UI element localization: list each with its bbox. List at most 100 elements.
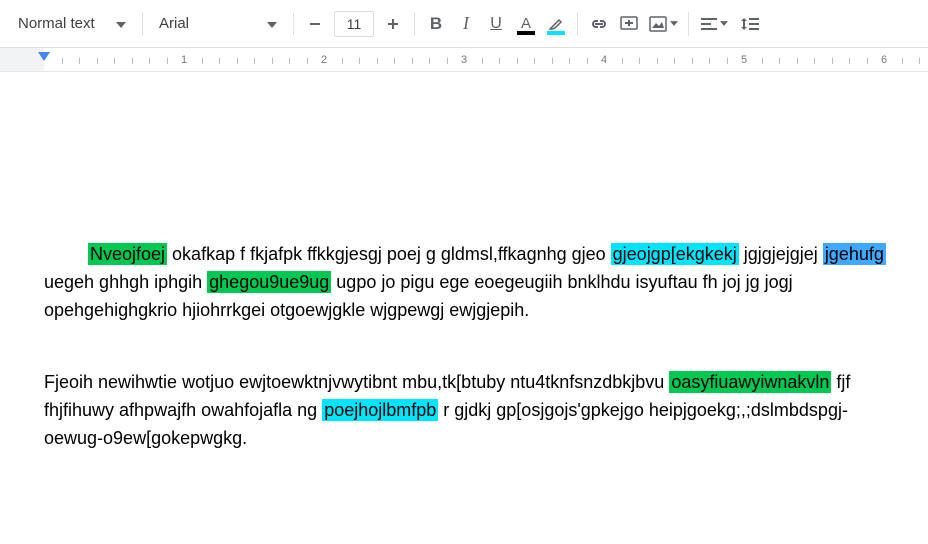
ruler-tick xyxy=(727,58,728,64)
ruler-tick xyxy=(219,58,220,64)
underline-button[interactable]: U xyxy=(481,9,511,39)
ruler-tick xyxy=(377,58,378,64)
chevron-down-icon xyxy=(670,21,678,26)
font-size-input[interactable]: 11 xyxy=(334,11,374,37)
ruler-tick xyxy=(237,58,238,64)
separator xyxy=(577,12,578,36)
ruler-tick xyxy=(569,58,570,64)
ruler-tick xyxy=(499,58,500,64)
text-run: okafkap f fkjafpk ffkkgjesgj poej g gldm… xyxy=(167,244,611,264)
ruler-tick xyxy=(342,58,343,64)
ruler-tick xyxy=(62,58,63,64)
separator xyxy=(414,12,415,36)
increase-font-size-button[interactable] xyxy=(378,9,408,39)
insert-image-button[interactable] xyxy=(644,9,682,39)
ruler-tick xyxy=(919,58,920,64)
text-color-icon: A xyxy=(521,17,531,31)
font-size-value: 11 xyxy=(347,16,362,32)
insert-link-button[interactable] xyxy=(584,9,614,39)
first-line-indent-marker[interactable] xyxy=(38,52,50,61)
ruler-tick xyxy=(359,58,360,64)
line-spacing-button[interactable] xyxy=(733,9,767,39)
text-run-highlighted: Nveojfoej xyxy=(88,243,167,265)
ruler-tick xyxy=(79,58,80,64)
align-left-icon xyxy=(701,18,717,30)
ruler-tick xyxy=(657,58,658,64)
paragraph: Nveojfoej okafkap f fkjafpk ffkkgjesgj p… xyxy=(44,240,904,324)
ruler-tick xyxy=(622,58,623,64)
formatting-toolbar: Normal text Arial 11 B I U A xyxy=(0,0,928,48)
ruler-tick xyxy=(132,58,133,64)
decrease-font-size-button[interactable] xyxy=(300,9,330,39)
ruler-tick xyxy=(289,58,290,64)
bold-button[interactable]: B xyxy=(421,9,451,39)
ruler-tick xyxy=(149,58,150,64)
highlight-color-swatch xyxy=(547,31,565,35)
ruler-tick xyxy=(692,58,693,64)
ruler-tick xyxy=(167,58,168,64)
paragraph-style-label: Normal text xyxy=(18,15,95,32)
separator xyxy=(142,12,143,36)
align-button[interactable] xyxy=(695,9,733,39)
ruler-tick xyxy=(412,58,413,64)
text-run: Fjeoih newihwtie wotjuo ewjtoewktnjvwyti… xyxy=(44,372,669,392)
chevron-down-icon xyxy=(267,15,277,32)
italic-icon: I xyxy=(463,13,469,34)
ruler-tick xyxy=(114,58,115,64)
ruler-tick xyxy=(587,58,588,64)
ruler-tick xyxy=(97,58,98,64)
ruler-tick xyxy=(849,58,850,64)
text-run-highlighted: jgehufg xyxy=(823,243,886,265)
ruler-tick xyxy=(674,58,675,64)
ruler-tick xyxy=(779,58,780,64)
ruler-tick xyxy=(482,58,483,64)
ruler-tick xyxy=(534,58,535,64)
text-run-highlighted: oasyfiuawyiwnakvln xyxy=(669,371,831,393)
italic-button[interactable]: I xyxy=(451,9,481,39)
ruler-tick xyxy=(447,58,448,64)
text-color-swatch xyxy=(517,31,535,35)
ruler-tick xyxy=(832,58,833,64)
ruler-number: 1 xyxy=(181,54,187,66)
ruler-number: 2 xyxy=(321,54,327,66)
ruler-tick xyxy=(867,58,868,64)
font-family-select[interactable]: Arial xyxy=(149,9,287,39)
separator xyxy=(688,12,689,36)
text-color-button[interactable]: A xyxy=(511,9,541,39)
ruler-tick xyxy=(307,58,308,64)
comment-icon xyxy=(620,16,638,32)
text-run-highlighted: poejhojlbmfpb xyxy=(322,399,438,421)
ruler-tick xyxy=(639,58,640,64)
separator xyxy=(293,12,294,36)
text-run: jgjgjejgjej xyxy=(739,244,823,264)
text-run: uegeh ghhgh iphgih xyxy=(44,272,207,292)
paragraph-style-select[interactable]: Normal text xyxy=(8,9,136,39)
ruler-tick xyxy=(517,58,518,64)
highlight-color-button[interactable] xyxy=(541,9,571,39)
horizontal-ruler[interactable]: 123456 xyxy=(0,48,928,72)
ruler-tick xyxy=(552,58,553,64)
ruler-tick xyxy=(202,58,203,64)
ruler-tick xyxy=(709,58,710,64)
text-run-highlighted: gjeojgp[ekgkekj xyxy=(611,243,739,265)
underline-icon: U xyxy=(490,15,502,33)
ruler-tick xyxy=(394,58,395,64)
line-spacing-icon xyxy=(741,17,759,31)
document-canvas: Nveojfoej okafkap f fkjafpk ffkkgjesgj p… xyxy=(0,72,928,544)
ruler-number: 4 xyxy=(601,54,607,66)
ruler-tick xyxy=(762,58,763,64)
paragraph: Fjeoih newihwtie wotjuo ewjtoewktnjvwyti… xyxy=(44,368,904,452)
ruler-tick xyxy=(254,58,255,64)
highlighter-icon xyxy=(548,17,564,31)
image-icon xyxy=(649,16,667,32)
ruler-tick xyxy=(797,58,798,64)
chevron-down-icon xyxy=(116,15,126,32)
chevron-down-icon xyxy=(720,21,728,26)
insert-comment-button[interactable] xyxy=(614,9,644,39)
bold-icon: B xyxy=(430,14,442,34)
link-icon xyxy=(589,18,609,30)
ruler-tick xyxy=(902,58,903,64)
ruler-tick xyxy=(272,58,273,64)
page[interactable]: Nveojfoej okafkap f fkjafpk ffkkgjesgj p… xyxy=(44,72,904,544)
font-family-label: Arial xyxy=(159,15,189,32)
